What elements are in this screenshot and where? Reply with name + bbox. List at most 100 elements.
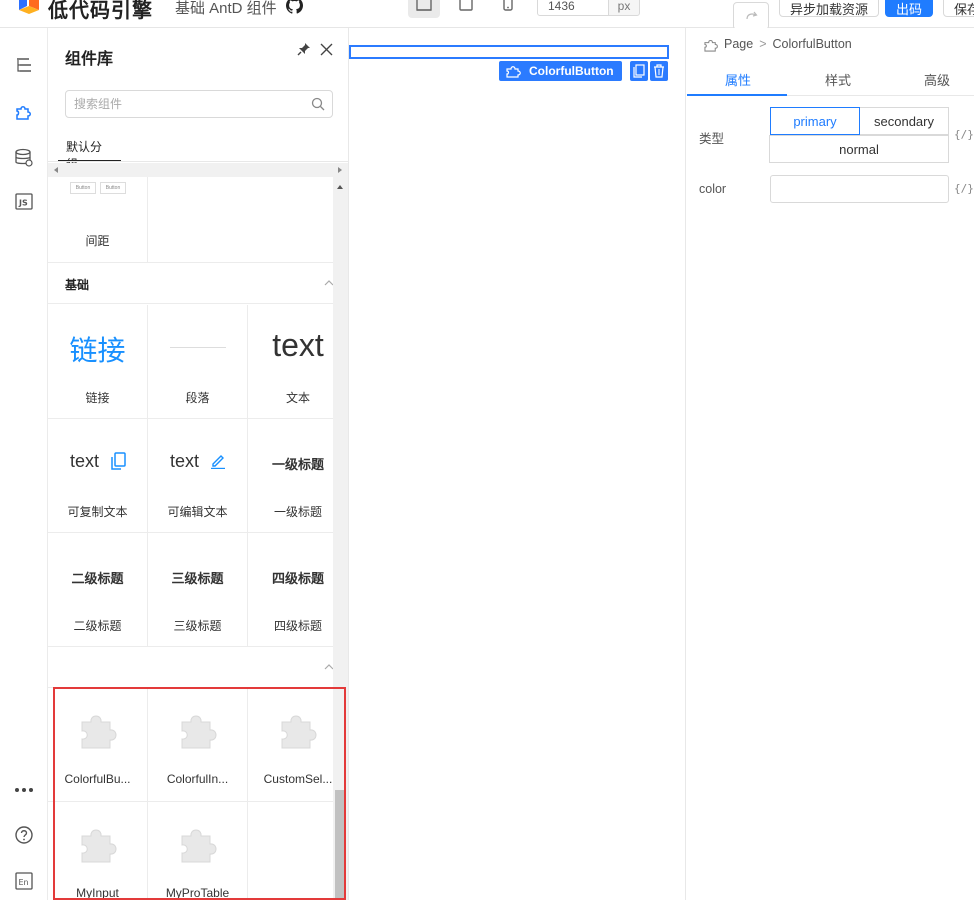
color-field-label: color <box>699 182 727 196</box>
settings-panel: Page > ColorfulButton 属性 样式 高级 类型 primary … <box>687 28 974 900</box>
component-label: 段落 <box>185 391 210 405</box>
tab-properties[interactable]: 属性 <box>725 70 751 89</box>
empty-cell <box>148 177 333 263</box>
selected-component-tag[interactable]: ColorfulButton <box>499 61 622 81</box>
redo-icon <box>746 11 758 20</box>
scroll-left-arrow[interactable] <box>54 167 58 173</box>
selected-component-name: ColorfulButton <box>529 64 614 78</box>
tab-default-group[interactable]: 默认分组 <box>58 132 121 171</box>
device-phone-button[interactable] <box>492 0 524 18</box>
save-button[interactable]: 保存 <box>943 0 974 17</box>
component-label: 三级标题 <box>173 619 222 633</box>
section-header-basic[interactable]: 基础 <box>48 263 334 304</box>
preview-button: Button <box>70 182 96 194</box>
publish-button[interactable]: 出码 <box>885 0 934 17</box>
tablet-icon <box>459 0 473 11</box>
design-canvas[interactable]: ColorfulButton <box>349 28 686 900</box>
search-icon[interactable] <box>311 97 325 111</box>
desktop-icon <box>416 0 432 11</box>
breadcrumb-page[interactable]: Page <box>724 37 753 51</box>
project-subtitle: 基础 AntD 组件 <box>175 0 277 17</box>
component-item-h1[interactable]: 一级标题 一级标题 <box>248 419 333 533</box>
async-load-button[interactable]: 异步加载资源 <box>779 0 880 17</box>
text-preview: text <box>272 327 324 363</box>
link-preview: 链接 <box>69 335 126 366</box>
panel-title: 组件库 <box>65 51 114 68</box>
type-option-normal[interactable]: normal <box>769 135 949 163</box>
section-header-custom[interactable] <box>48 647 334 688</box>
tab-style[interactable]: 样式 <box>825 70 851 89</box>
svg-text:JS: JS <box>18 199 28 208</box>
component-item-text[interactable]: text 文本 <box>248 305 333 419</box>
component-label: 间距 <box>85 234 110 248</box>
delete-component-button[interactable] <box>650 61 668 81</box>
copy-icon <box>633 64 645 78</box>
highlight-box <box>53 687 346 900</box>
datasource-icon[interactable] <box>14 148 34 168</box>
component-label: 文本 <box>285 391 310 405</box>
h1-preview: 一级标题 <box>271 457 324 472</box>
component-icon <box>506 66 521 78</box>
component-item-link[interactable]: 链接 链接 <box>48 305 148 419</box>
canvas-width-input[interactable]: 1436 <box>537 0 609 16</box>
device-desktop-button[interactable] <box>408 0 440 18</box>
component-item-h2[interactable]: 二级标题 二级标题 <box>48 533 148 647</box>
more-icon[interactable] <box>14 780 34 800</box>
component-item-copyable-text[interactable]: text 可复制文本 <box>48 419 148 533</box>
copy-icon <box>111 452 126 470</box>
copy-component-button[interactable] <box>630 61 648 81</box>
selected-component-outline[interactable] <box>349 45 669 59</box>
tab-divider <box>48 161 348 162</box>
tab-advanced[interactable]: 高级 <box>924 70 950 89</box>
logo-text: 低代码引擎 <box>48 0 153 22</box>
component-item-editable-text[interactable]: text 可编辑文本 <box>148 419 248 533</box>
breadcrumb-separator: > <box>759 37 767 51</box>
help-icon[interactable] <box>14 825 34 845</box>
component-label: 一级标题 <box>273 505 322 519</box>
search-input[interactable] <box>66 91 296 117</box>
top-toolbar: 低代码引擎 基础 AntD 组件 1436 px 异步加载资源 出码 保存 <box>0 0 974 30</box>
paragraph-preview-line <box>170 347 226 348</box>
scroll-up-arrow[interactable] <box>337 185 343 189</box>
h4-preview: 四级标题 <box>271 571 324 586</box>
component-item-h3[interactable]: 三级标题 三级标题 <box>148 533 248 647</box>
section-title: 基础 <box>65 278 90 292</box>
color-input[interactable] <box>770 175 949 203</box>
scroll-right-arrow[interactable] <box>338 167 342 173</box>
github-icon[interactable] <box>286 0 303 14</box>
search-field[interactable] <box>65 90 333 118</box>
active-tab-indicator <box>687 94 787 96</box>
h2-preview: 二级标题 <box>71 571 124 586</box>
component-item-paragraph[interactable]: 段落 <box>148 305 248 419</box>
component-label: 可编辑文本 <box>167 505 228 519</box>
component-label: 可复制文本 <box>67 505 128 519</box>
component-label: 四级标题 <box>273 619 322 633</box>
type-field-label: 类型 <box>699 132 725 146</box>
component-label: 链接 <box>85 391 110 405</box>
outline-tree-icon[interactable] <box>14 55 34 75</box>
component-item-spacing[interactable]: Button Button 间距 <box>48 177 148 263</box>
type-option-secondary[interactable]: secondary <box>859 107 949 135</box>
type-option-primary[interactable]: primary <box>770 107 860 135</box>
close-icon[interactable] <box>320 43 333 56</box>
breadcrumb-component: ColorfulButton <box>772 37 852 51</box>
component-icon <box>704 40 718 52</box>
component-label: 二级标题 <box>73 619 122 633</box>
component-library-icon[interactable] <box>14 101 34 121</box>
left-rail: JS En <box>0 28 48 900</box>
preview-button: Button <box>100 182 126 194</box>
pin-icon[interactable] <box>297 42 311 56</box>
redo-button[interactable] <box>733 2 769 30</box>
horizontal-scrollbar[interactable] <box>48 163 348 177</box>
phone-icon <box>503 0 513 11</box>
settings-tabs: 属性 样式 高级 <box>687 60 974 96</box>
js-code-icon[interactable]: JS <box>14 192 34 212</box>
logo-icon <box>19 0 39 14</box>
variable-binding-button[interactable]: {/} <box>954 128 974 141</box>
component-item-h4[interactable]: 四级标题 四级标题 <box>248 533 333 647</box>
device-tablet-button[interactable] <box>450 0 482 18</box>
svg-text:En: En <box>19 878 29 887</box>
language-icon[interactable]: En <box>14 871 34 891</box>
variable-binding-button[interactable]: {/} <box>954 182 974 195</box>
h3-preview: 三级标题 <box>171 571 224 586</box>
